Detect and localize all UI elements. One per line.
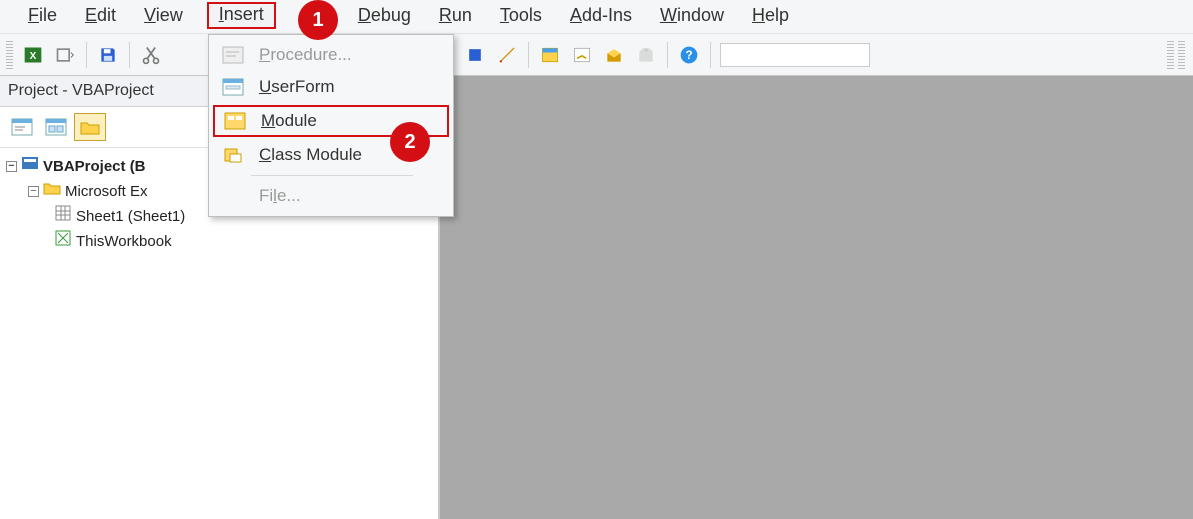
folder-icon (43, 179, 61, 204)
menu-debug[interactable]: Debug (354, 3, 415, 28)
main-area: Project - VBAProject − VBAProject (B − M… (0, 76, 1193, 519)
collapse-icon[interactable]: − (6, 161, 17, 172)
stop-icon[interactable] (461, 41, 489, 69)
menu-item-procedure: Procedure... (211, 39, 451, 71)
toolbar-grip[interactable] (6, 41, 13, 69)
tree-workbook-label: ThisWorkbook (76, 231, 172, 253)
help-icon[interactable]: ? (675, 41, 703, 69)
code-area (440, 76, 1193, 519)
menu-item-userform[interactable]: UserForm (211, 71, 451, 103)
properties-window-icon[interactable] (568, 41, 596, 69)
cut-icon[interactable] (137, 41, 165, 69)
view-code-icon[interactable] (6, 113, 38, 141)
toggle-folders-icon[interactable] (74, 113, 106, 141)
svg-text:X: X (30, 51, 37, 62)
userform-icon (219, 77, 247, 97)
menu-item-file: File... (211, 180, 451, 212)
insert-dropdown-icon[interactable] (51, 41, 79, 69)
callout-badge-1: 1 (300, 2, 336, 38)
menu-item-label: Class Module (259, 145, 362, 165)
worksheet-icon (54, 204, 72, 229)
menu-insert[interactable]: Insert (207, 2, 276, 29)
tree-sheet-label: Sheet1 (Sheet1) (76, 206, 185, 228)
menu-help[interactable]: Help (748, 3, 793, 28)
tree-root-label: VBAProject (B (43, 156, 146, 178)
toolbar-separator (710, 42, 711, 68)
toolbar-separator (528, 42, 529, 68)
toolbar-separator (129, 42, 130, 68)
tree-folder-label: Microsoft Ex (65, 181, 148, 203)
tree-workbook[interactable]: ThisWorkbook (6, 229, 432, 254)
module-icon (221, 111, 249, 131)
design-mode-icon[interactable] (493, 41, 521, 69)
svg-text:?: ? (685, 49, 692, 62)
procedure-icon (219, 45, 247, 65)
toolbox-icon[interactable] (632, 41, 660, 69)
standard-toolbar: X ? (0, 34, 1193, 76)
save-icon[interactable] (94, 41, 122, 69)
project-explorer-icon[interactable] (536, 41, 564, 69)
object-browser-icon[interactable] (600, 41, 628, 69)
menu-view[interactable]: View (140, 3, 187, 28)
menu-item-label: File... (259, 186, 301, 206)
menu-file[interactable]: FFileile (24, 3, 61, 28)
callout-badge-2: 2 (392, 124, 428, 160)
excel-icon[interactable]: X (19, 41, 47, 69)
menu-addins[interactable]: Add-Ins (566, 3, 636, 28)
vba-project-icon (21, 154, 39, 179)
collapse-icon[interactable]: − (28, 186, 39, 197)
menu-item-label: UserForm (259, 77, 335, 97)
toolbar-grip-right[interactable] (1167, 41, 1174, 69)
line-column-combo[interactable] (720, 43, 870, 67)
menu-separator (251, 175, 413, 176)
menu-edit[interactable]: Edit (81, 3, 120, 28)
menu-window[interactable]: Window (656, 3, 728, 28)
menu-item-label: Module (261, 111, 317, 131)
workbook-icon (54, 229, 72, 254)
blank-icon (219, 186, 247, 206)
class-module-icon (219, 145, 247, 165)
menu-tools[interactable]: Tools (496, 3, 546, 28)
menu-run[interactable]: Run (435, 3, 476, 28)
menu-bar: FFileile Edit View Insert mat Debug Run … (0, 0, 1193, 34)
toolbar-separator (86, 42, 87, 68)
view-object-icon[interactable] (40, 113, 72, 141)
toolbar-grip-right2[interactable] (1178, 41, 1185, 69)
toolbar-separator (667, 42, 668, 68)
menu-item-label: Procedure... (259, 45, 352, 65)
